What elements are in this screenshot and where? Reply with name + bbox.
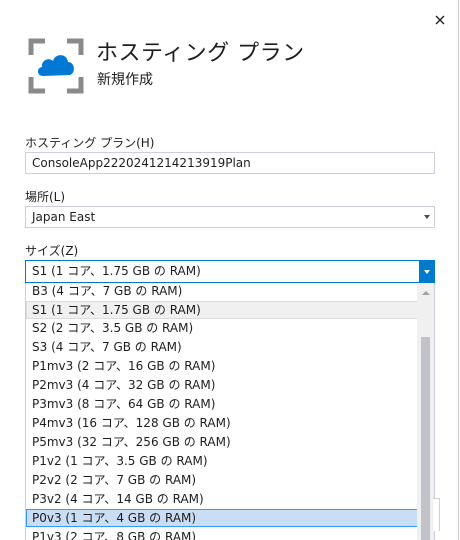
list-item[interactable]: P1mv3 (2 コア、16 GB の RAM) [26,357,418,375]
hosting-plan-dialog: ホスティング プラン 新規作成 ホスティング プラン(H) ConsoleApp… [0,0,459,540]
size-label: サイズ(Z) [25,244,79,258]
list-item-hover[interactable]: P0v3 (1 コア、4 GB の RAM) [26,509,418,527]
close-button[interactable] [430,10,450,30]
list-item[interactable]: P3mv3 (8 コア、64 GB の RAM) [26,395,418,413]
list-item[interactable]: P4mv3 (16 コア、128 GB の RAM) [26,414,418,432]
list-item[interactable]: S3 (4 コア、7 GB の RAM) [26,338,418,356]
location-value: Japan East [32,210,96,224]
size-options-list[interactable]: B3 (4 コア、7 GB の RAM) S1 (1 コア、1.75 GB の … [25,283,435,540]
size-dropdown[interactable]: S1 (1 コア、1.75 GB の RAM) [25,260,435,283]
hosting-plan-name-input[interactable]: ConsoleApp2220241214213919Plan [25,152,435,174]
dialog-subtitle: 新規作成 [97,72,153,88]
dialog-title: ホスティング プラン [96,41,305,66]
list-item[interactable]: P2mv3 (4 コア、32 GB の RAM) [26,376,418,394]
close-icon [435,15,445,25]
obscured-button-edge [433,498,440,531]
list-item[interactable]: P1v3 (2 コア、8 GB の RAM) [26,528,418,540]
list-scrollbar[interactable] [417,283,434,540]
size-dropdown-toggle[interactable] [419,260,435,283]
list-item[interactable]: S2 (2 コア、3.5 GB の RAM) [26,319,418,337]
list-item[interactable]: P2v2 (2 コア、7 GB の RAM) [26,471,418,489]
app-service-plan-icon [28,38,84,94]
scrollbar-thumb[interactable] [421,337,430,540]
list-item[interactable]: P3v2 (4 コア、14 GB の RAM) [26,490,418,508]
scroll-up-arrow-icon[interactable] [422,291,430,295]
list-item-selected[interactable]: S1 (1 コア、1.75 GB の RAM) [26,301,418,319]
hosting-plan-label: ホスティング プラン(H) [25,136,155,150]
list-item[interactable]: B3 (4 コア、7 GB の RAM) [26,283,418,300]
list-item[interactable]: P5mv3 (32 コア、256 GB の RAM) [26,433,418,451]
location-label: 場所(L) [25,190,66,204]
chevron-down-icon [424,215,430,219]
hosting-plan-name-value: ConsoleApp2220241214213919Plan [32,156,251,170]
size-value: S1 (1 コア、1.75 GB の RAM) [32,264,201,278]
list-item[interactable]: P1v2 (1 コア、3.5 GB の RAM) [26,452,418,470]
location-dropdown[interactable]: Japan East [25,206,435,228]
